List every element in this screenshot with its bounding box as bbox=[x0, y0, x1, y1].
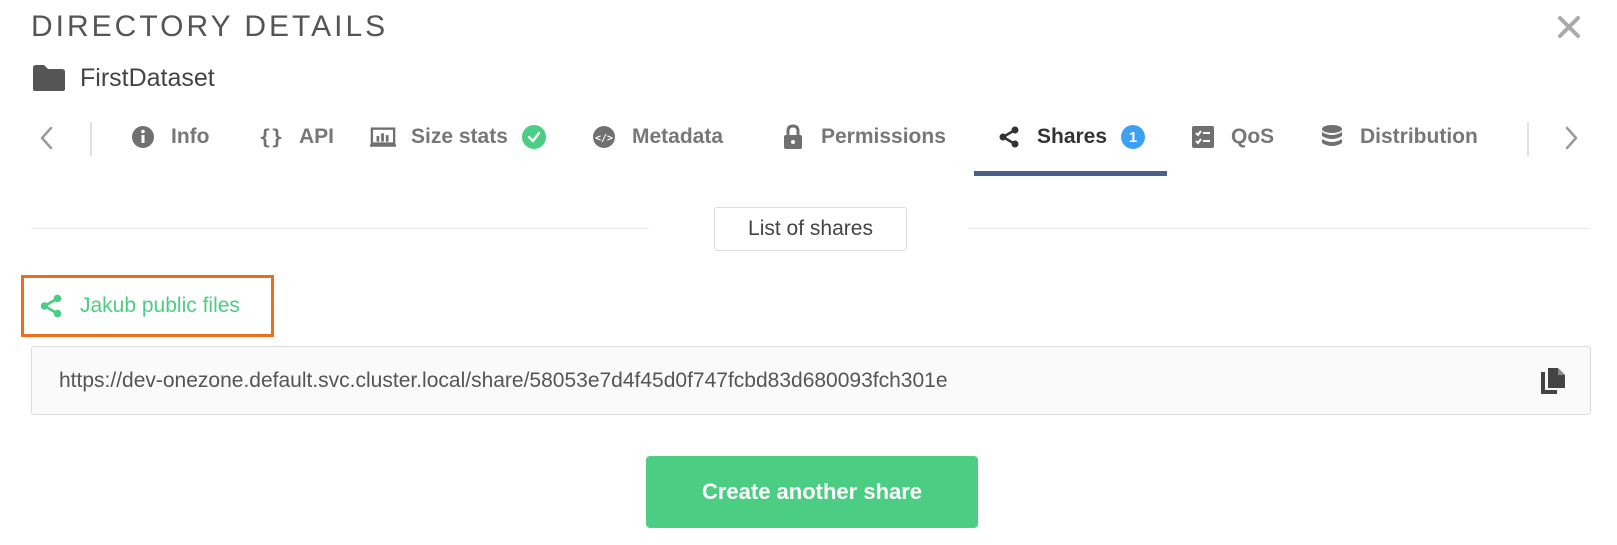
size-stats-icon bbox=[370, 124, 396, 150]
create-another-share-button[interactable]: Create another share bbox=[646, 456, 978, 528]
tab-label: Info bbox=[171, 125, 210, 148]
chevron-left-icon bbox=[40, 126, 53, 150]
lock-icon bbox=[780, 124, 806, 150]
tab-label: API bbox=[299, 125, 335, 148]
share-name: Jakub public files bbox=[80, 294, 240, 317]
share-icon bbox=[996, 124, 1022, 150]
svg-text:{}: {} bbox=[259, 125, 283, 149]
braces-icon: {} bbox=[258, 124, 284, 150]
tabs-scroll-left-button[interactable] bbox=[33, 120, 61, 156]
svg-text:</>: </> bbox=[595, 133, 613, 144]
tab-info[interactable]: Info bbox=[130, 108, 209, 176]
copy-icon bbox=[1541, 368, 1565, 394]
tab-label: Distribution bbox=[1360, 125, 1478, 148]
chevron-right-icon bbox=[1565, 126, 1578, 150]
copy-url-button[interactable] bbox=[1538, 366, 1568, 396]
tab-metadata[interactable]: </> Metadata bbox=[591, 108, 723, 176]
tab-label: Shares bbox=[1037, 125, 1108, 148]
tab-label: Permissions bbox=[821, 125, 946, 148]
database-icon bbox=[1319, 124, 1345, 150]
section-divider bbox=[31, 228, 649, 229]
tabs-divider bbox=[90, 122, 92, 156]
share-link[interactable]: Jakub public files bbox=[21, 275, 274, 337]
tabs-divider bbox=[1527, 122, 1529, 156]
tabs-bar: Info {} API Size stats </> Metadata Perm… bbox=[0, 108, 1617, 176]
tab-distribution[interactable]: Distribution bbox=[1319, 108, 1478, 176]
info-icon bbox=[130, 124, 156, 150]
tab-permissions[interactable]: Permissions bbox=[780, 108, 946, 176]
shares-count-badge: 1 bbox=[1121, 125, 1146, 149]
tab-label: Size stats bbox=[411, 125, 508, 148]
metadata-icon: </> bbox=[591, 124, 617, 150]
close-button[interactable] bbox=[1554, 12, 1584, 42]
share-icon bbox=[40, 294, 62, 318]
tabs-scroll-right-button[interactable] bbox=[1557, 120, 1585, 156]
qos-icon bbox=[1190, 124, 1216, 150]
close-icon bbox=[1558, 16, 1580, 38]
section-divider bbox=[968, 228, 1588, 229]
item-header: FirstDataset bbox=[32, 60, 215, 96]
share-url-field[interactable]: https://dev-onezone.default.svc.cluster.… bbox=[31, 346, 1591, 415]
list-of-shares-header: List of shares bbox=[714, 207, 907, 251]
tab-size-stats[interactable]: Size stats bbox=[370, 108, 546, 176]
tab-qos[interactable]: QoS bbox=[1190, 108, 1274, 176]
tab-label: Metadata bbox=[632, 125, 724, 148]
item-name: FirstDataset bbox=[80, 63, 215, 92]
modal-title: DIRECTORY DETAILS bbox=[31, 10, 389, 43]
share-url: https://dev-onezone.default.svc.cluster.… bbox=[59, 368, 948, 392]
tab-label: QoS bbox=[1231, 125, 1275, 148]
tab-shares[interactable]: Shares 1 bbox=[973, 108, 1168, 176]
tab-api[interactable]: {} API bbox=[258, 108, 334, 176]
check-icon bbox=[521, 125, 546, 149]
folder-icon bbox=[33, 65, 65, 91]
